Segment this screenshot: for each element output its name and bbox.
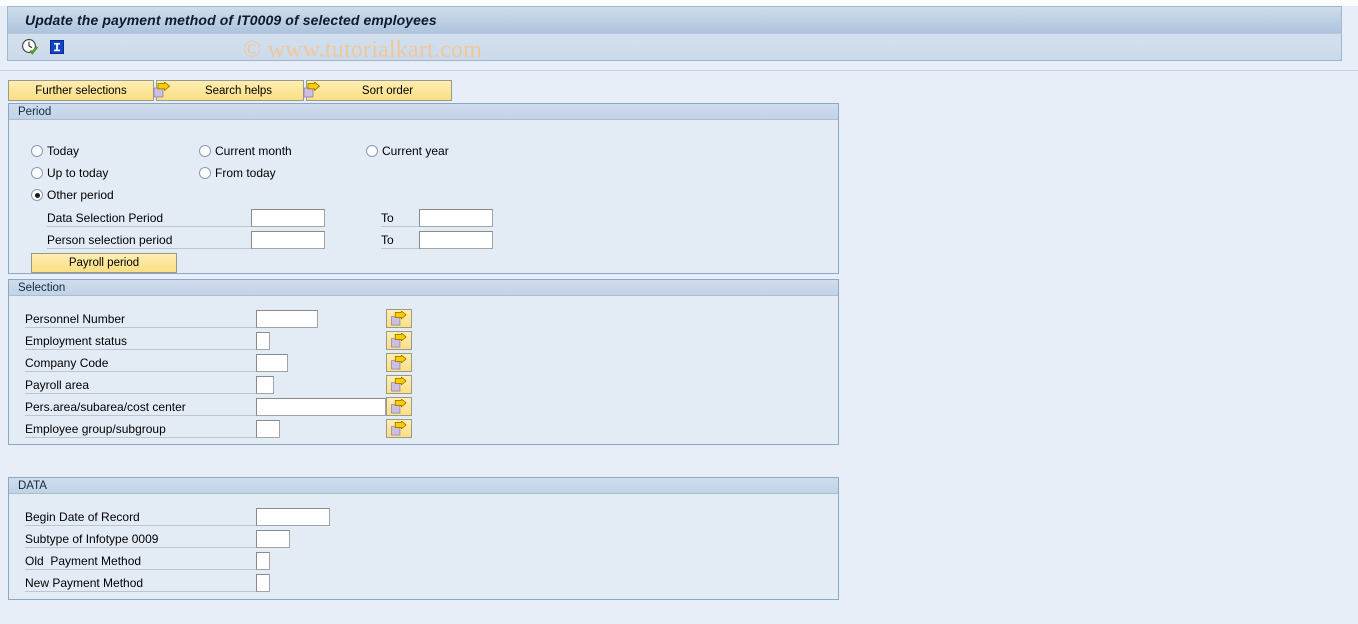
radio-from-today[interactable]: From today (199, 166, 276, 180)
further-selections-button[interactable]: Further selections (8, 80, 154, 101)
data-selection-period-to-label: To (381, 209, 419, 227)
selection-group: Selection Personnel Number Employment st… (8, 279, 839, 445)
sort-order-label: Sort order (361, 84, 414, 97)
radio-other-period-label: Other period (47, 188, 114, 202)
toolbar-divider (0, 70, 1358, 71)
data-selection-period-to-input[interactable] (419, 209, 493, 227)
old-payment-method-input[interactable] (256, 552, 270, 570)
payroll-area-multi-select-button[interactable] (386, 375, 412, 394)
person-selection-period-to-label: To (381, 231, 419, 249)
data-group: DATA Begin Date of Record Subtype of Inf… (8, 477, 839, 600)
data-selection-period-row: Data Selection Period To (47, 209, 493, 227)
new-payment-method-row: New Payment Method (25, 574, 270, 592)
employment-status-multi-select-button[interactable] (386, 331, 412, 350)
employee-group-subgroup-input[interactable] (256, 420, 280, 438)
employment-status-row: Employment status (25, 332, 270, 350)
person-selection-period-label: Person selection period (47, 231, 251, 249)
begin-date-of-record-label: Begin Date of Record (25, 508, 256, 526)
execute-clock-icon[interactable] (19, 36, 41, 58)
radio-current-month-label: Current month (215, 144, 292, 158)
radio-current-month[interactable]: Current month (199, 144, 292, 158)
employee-group-subgroup-multi-select-button[interactable] (386, 419, 412, 438)
data-selection-period-input[interactable] (251, 209, 325, 227)
page-title: Update the payment method of IT0009 of s… (25, 12, 437, 28)
search-helps-button[interactable]: Search helps (153, 80, 304, 101)
radio-current-year[interactable]: Current year (366, 144, 449, 158)
period-group: Period Today Current month Current year … (8, 103, 839, 274)
pers-area-subarea-cost-center-row: Pers.area/subarea/cost center (25, 398, 386, 416)
yellow-arrow-icon (153, 82, 171, 99)
radio-up-to-today-label: Up to today (47, 166, 109, 180)
selection-button-row: Further selections Search helps Sort ord… (8, 80, 454, 101)
radio-current-year-control[interactable] (366, 145, 378, 157)
begin-date-of-record-row: Begin Date of Record (25, 508, 330, 526)
radio-today-label: Today (47, 144, 80, 158)
search-helps-label: Search helps (204, 84, 273, 97)
old-payment-method-label: Old Payment Method (25, 552, 256, 570)
radio-other-period[interactable]: Other period (31, 188, 114, 202)
personnel-number-label: Personnel Number (25, 310, 256, 328)
personnel-number-row: Personnel Number (25, 310, 318, 328)
subtype-of-infotype-0009-row: Subtype of Infotype 0009 (25, 530, 290, 548)
company-code-input[interactable] (256, 354, 288, 372)
person-selection-period-row: Person selection period To (47, 231, 493, 249)
employment-status-label: Employment status (25, 332, 256, 350)
begin-date-of-record-input[interactable] (256, 508, 330, 526)
company-code-multi-select-button[interactable] (386, 353, 412, 372)
radio-other-period-control[interactable] (31, 189, 43, 201)
company-code-row: Company Code (25, 354, 288, 372)
information-icon[interactable] (46, 36, 68, 58)
radio-today-control[interactable] (31, 145, 43, 157)
new-payment-method-label: New Payment Method (25, 574, 256, 592)
radio-current-year-label: Current year (382, 144, 449, 158)
payroll-area-input[interactable] (256, 376, 274, 394)
radio-up-to-today[interactable]: Up to today (31, 166, 108, 180)
subtype-of-infotype-0009-label: Subtype of Infotype 0009 (25, 530, 256, 548)
employment-status-input[interactable] (256, 332, 270, 350)
personnel-number-input[interactable] (256, 310, 318, 328)
payroll-area-label: Payroll area (25, 376, 256, 394)
employee-group-subgroup-label: Employee group/subgroup (25, 420, 256, 438)
sap-screen: Update the payment method of IT0009 of s… (0, 0, 1358, 624)
pers-area-subarea-cost-center-input[interactable] (256, 398, 386, 416)
selection-group-title: Selection (9, 280, 838, 296)
radio-up-to-today-control[interactable] (31, 167, 43, 179)
old-payment-method-row: Old Payment Method (25, 552, 270, 570)
yellow-arrow-icon (303, 82, 321, 99)
pers-area-subarea-cost-center-multi-select-button[interactable] (386, 397, 412, 416)
person-selection-period-to-input[interactable] (419, 231, 493, 249)
payroll-period-button[interactable]: Payroll period (31, 253, 177, 273)
radio-current-month-control[interactable] (199, 145, 211, 157)
application-toolbar (7, 33, 1342, 61)
person-selection-period-input[interactable] (251, 231, 325, 249)
data-selection-period-label: Data Selection Period (47, 209, 251, 227)
radio-from-today-control[interactable] (199, 167, 211, 179)
period-group-title: Period (9, 104, 838, 120)
subtype-of-infotype-0009-input[interactable] (256, 530, 290, 548)
radio-from-today-label: From today (215, 166, 276, 180)
radio-today[interactable]: Today (31, 144, 79, 158)
personnel-number-multi-select-button[interactable] (386, 309, 412, 328)
window-title-bar: Update the payment method of IT0009 of s… (7, 6, 1342, 33)
company-code-label: Company Code (25, 354, 256, 372)
employee-group-subgroup-row: Employee group/subgroup (25, 420, 280, 438)
new-payment-method-input[interactable] (256, 574, 270, 592)
payroll-period-label: Payroll period (68, 257, 140, 269)
pers-area-subarea-cost-center-label: Pers.area/subarea/cost center (25, 398, 256, 416)
data-group-title: DATA (9, 478, 838, 494)
payroll-area-row: Payroll area (25, 376, 274, 394)
sort-order-button[interactable]: Sort order (303, 80, 452, 101)
further-selections-label: Further selections (35, 84, 127, 97)
